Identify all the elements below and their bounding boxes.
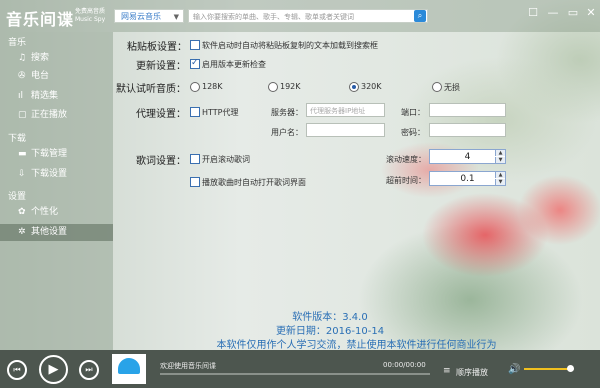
now-playing-text: 欢迎使用音乐间谍 [160,362,216,370]
spin-down-icon[interactable]: ▼ [495,179,505,185]
next-icon[interactable]: ⏭ [79,360,99,380]
server-label: 服务器： [271,108,303,117]
auto-open-lyrics-checkbox[interactable] [190,177,200,187]
gear-icon: ✲ [18,227,26,237]
sidebar-item-radio[interactable]: ✇ 电台 [0,68,113,85]
proxy-option: HTTP代理 [202,108,239,117]
scroll-speed-spinner[interactable]: 4 ▲ ▼ [429,149,506,164]
proxy-username-input[interactable] [306,123,385,137]
quality-radio-128k[interactable] [190,82,200,92]
source-select[interactable]: 网易云音乐 ▼ [114,9,184,23]
port-label: 端口： [401,108,425,117]
volume-fill [524,368,569,370]
sidebar-section-music: 音乐 [8,38,27,48]
sidebar-item-now-playing[interactable]: ▢ 正在播放 [0,107,113,124]
clipboard-option: 软件启动时自动将粘贴板复制的文本加载到搜索框 [202,41,378,50]
quality-radio-320k[interactable] [349,82,359,92]
sidebar-item-featured[interactable]: ıl 精选集 [0,88,113,105]
screen-icon: ▢ [18,110,27,120]
search-icon[interactable]: ⌕ [414,10,426,22]
search-input[interactable]: 输入你要搜索的单曲、歌手、专辑、歌单或者关键词 [188,9,428,23]
progress-bar[interactable] [160,373,430,375]
sidebar-item-personalize[interactable]: ✿ 个性化 [0,204,113,221]
album-cover[interactable] [112,354,146,384]
clipboard-label: 粘贴板设置： [127,42,187,53]
proxy-password-input[interactable] [429,123,506,137]
play-mode-text[interactable]: 顺序播放 [456,367,488,378]
spin-up-icon[interactable]: ▲ [495,172,505,178]
sidebar-item-download-settings[interactable]: ⇩ 下载设置 [0,166,113,183]
radio-icon: ✇ [18,71,26,81]
download-icon: ⇩ [18,169,26,179]
advance-time-label: 超前时间： [386,176,426,185]
quality-128k-label: 128K [202,82,223,91]
sidebar-section-settings: 设置 [8,192,27,202]
spin-down-icon[interactable]: ▼ [495,157,505,163]
folder-icon: ▬ [18,149,27,159]
play-icon[interactable]: ▶ [39,355,68,384]
scroll-lyrics-option: 开启滚动歌词 [202,155,250,164]
maximize-icon[interactable]: ▭ [566,6,580,19]
update-option: 启用版本更新检查 [202,60,266,69]
scroll-lyrics-checkbox[interactable] [190,154,200,164]
quality-label: 默认试听音质： [116,84,186,95]
sidebar-item-search[interactable]: ♫ 搜索 [0,50,113,67]
proxy-label: 代理设置： [136,109,186,120]
advance-time-spinner[interactable]: 0.1 ▲ ▼ [429,171,506,186]
bars-icon: ıl [18,91,24,101]
music-note-icon: ♫ [18,53,27,63]
quality-192k-label: 192K [280,82,301,91]
volume-knob[interactable] [567,365,574,372]
username-label: 用户名： [271,128,303,137]
sidebar-section-download: 下载 [8,134,27,144]
list-icon[interactable]: ≡ [443,366,451,376]
skin-icon[interactable]: ☐ [526,6,540,19]
time-display: 00:00/00:00 [383,361,426,369]
update-label: 更新设置： [136,61,186,72]
proxy-port-input[interactable] [429,103,506,117]
volume-slider[interactable] [524,365,574,372]
password-label: 密码： [401,128,425,137]
previous-icon[interactable]: ⏮ [7,360,27,380]
volume-icon[interactable]: 🔊 [508,364,520,375]
quality-320k-label: 320K [361,82,382,91]
spin-up-icon[interactable]: ▲ [495,150,505,156]
sidebar-item-download-manager[interactable]: ▬ 下载管理 [0,146,113,163]
chevron-down-icon: ▼ [173,13,179,21]
license-notice: 本软件仅用作个人学习交流，禁止使用本软件进行任何商业行为 [216,340,497,351]
minimize-icon[interactable]: — [546,6,560,19]
update-checkbox[interactable] [190,58,200,69]
proxy-server-input[interactable]: 代理服务器IP地址 [306,103,385,117]
close-icon[interactable]: ✕ [584,6,598,19]
lyrics-label: 歌词设置： [136,156,186,167]
quality-lossless-label: 无损 [444,83,460,92]
scroll-speed-label: 滚动速度： [386,155,426,164]
palette-icon: ✿ [18,207,26,217]
sidebar-item-other-settings[interactable]: ✲ 其他设置 [0,224,113,241]
clipboard-checkbox[interactable] [190,40,200,50]
quality-radio-lossless[interactable] [432,82,442,92]
update-date-text: 更新日期：2016-10-14 [275,326,385,337]
app-logo: 音乐间谍 [6,10,75,29]
quality-radio-192k[interactable] [268,82,278,92]
auto-open-lyrics-option: 播放歌曲时自动打开歌词界面 [202,178,306,187]
proxy-checkbox[interactable] [190,107,200,117]
version-text: 软件版本：3.4.0 [292,312,368,323]
app-tagline: 免费高音质 Music Spy [75,8,106,23]
